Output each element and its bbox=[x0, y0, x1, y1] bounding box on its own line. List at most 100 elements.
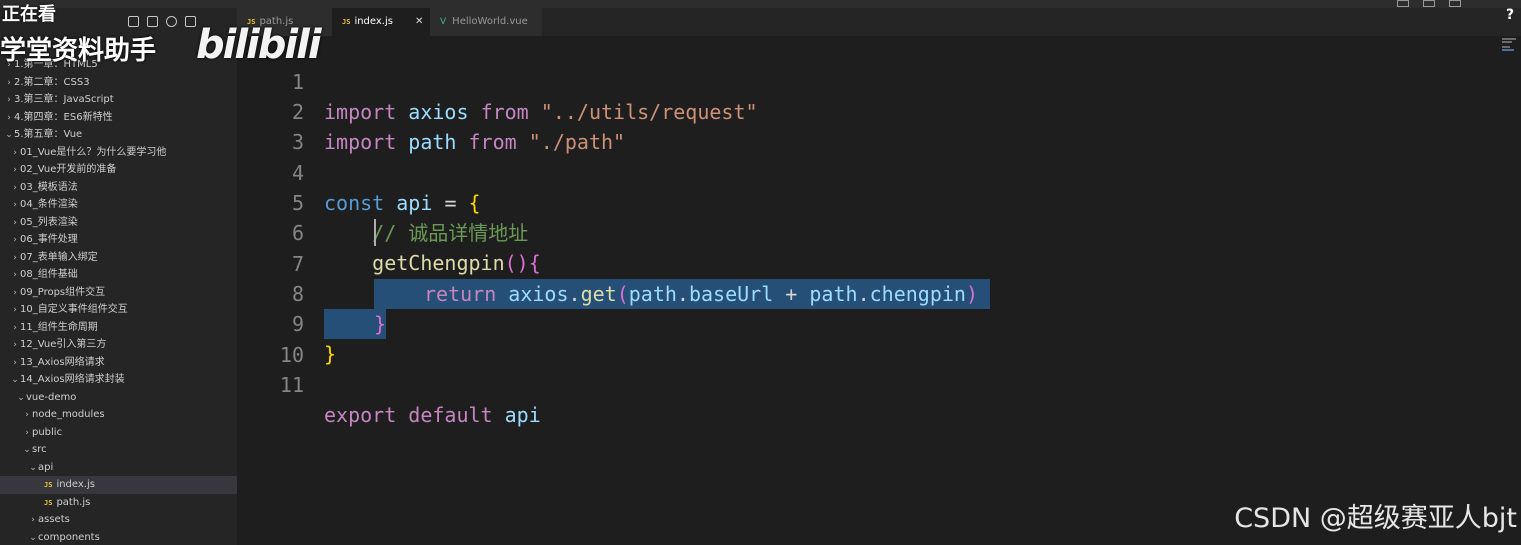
minimap-line bbox=[1502, 38, 1516, 40]
tree-item-label: 10_自定义事件组件交互 bbox=[20, 304, 128, 315]
chevron-right-icon: › bbox=[13, 305, 17, 315]
tree-item[interactable]: JS path.js bbox=[0, 494, 237, 512]
minimap-line bbox=[1502, 49, 1514, 51]
vue-file-icon: V bbox=[440, 17, 447, 27]
tree-item-label: 01_Vue是什么？为什么要学习他 bbox=[20, 146, 167, 158]
chevron-right-icon: › bbox=[13, 340, 17, 350]
tree-item[interactable]: ⌄src bbox=[0, 441, 237, 459]
close-tab-icon[interactable]: ✕ bbox=[415, 16, 423, 27]
keyword: export bbox=[324, 403, 397, 427]
tree-item[interactable]: › 2.第二章：CSS3 bbox=[0, 74, 237, 92]
tab-label: index.js bbox=[354, 16, 393, 27]
tree-item[interactable]: › 09_Props组件交互 bbox=[0, 284, 237, 302]
chevron-down-icon: ⌄ bbox=[11, 375, 19, 385]
tree-item-label: api bbox=[38, 461, 54, 473]
tree-item-label: node_modules bbox=[32, 409, 105, 420]
code-line-3: 3 bbox=[237, 97, 1499, 154]
new-folder-icon[interactable] bbox=[147, 16, 158, 27]
chevron-right-icon: › bbox=[7, 112, 11, 123]
minimap[interactable] bbox=[1499, 36, 1521, 545]
tree-item[interactable]: ⌄components bbox=[0, 529, 237, 545]
chevron-down-icon: ⌄ bbox=[23, 445, 31, 455]
tree-item[interactable]: › 07_表单输入绑定 bbox=[0, 249, 237, 267]
tree-item[interactable]: › 11_组件生命周期 bbox=[0, 319, 237, 337]
js-file-icon: JS bbox=[44, 498, 53, 507]
tree-item[interactable]: ⌄5.第五章：Vue bbox=[0, 126, 237, 144]
tree-item[interactable]: › 13_Axios网络请求 bbox=[0, 354, 237, 372]
tree-item[interactable]: › 01_Vue是什么？为什么要学习他 bbox=[0, 144, 237, 162]
code-line-1: 1 import axios from "../utils/request" bbox=[237, 37, 1499, 124]
refresh-icon[interactable] bbox=[166, 16, 177, 27]
tree-item-label: 08_组件基础 bbox=[20, 269, 78, 280]
chevron-right-icon: › bbox=[13, 147, 17, 158]
tree-item[interactable]: ⌄vue-demo bbox=[0, 389, 237, 407]
tree-item-label: vue-demo bbox=[26, 391, 77, 403]
line-number: 11 bbox=[279, 373, 304, 397]
tab-helloworld-vue[interactable]: V HelloWorld.vue bbox=[430, 8, 542, 36]
tree-item[interactable]: › 06_事件处理 bbox=[0, 231, 237, 249]
tab-label: HelloWorld.vue bbox=[452, 16, 528, 27]
help-icon[interactable]: ? bbox=[1506, 8, 1520, 22]
tree-item[interactable]: › 04_条件渲染 bbox=[0, 196, 237, 214]
chevron-right-icon: › bbox=[13, 235, 17, 245]
tree-item[interactable]: › 05_列表渲染 bbox=[0, 214, 237, 232]
tree-item-label: 11_组件生命周期 bbox=[20, 321, 98, 333]
bilibili-logo: bilibili bbox=[196, 22, 322, 68]
tree-item[interactable]: › public bbox=[0, 424, 237, 442]
text-caret bbox=[374, 219, 376, 246]
chevron-right-icon: › bbox=[13, 217, 17, 228]
code-line-7: 7 return axios.get(path.baseUrl + path.c… bbox=[237, 219, 1499, 309]
keyword: default bbox=[408, 403, 493, 427]
tree-item-label: 12_Vue引入第三方 bbox=[20, 339, 107, 350]
tree-item-label: public bbox=[32, 426, 63, 438]
code-line-9: 9 } bbox=[237, 279, 1499, 366]
title-bar bbox=[0, 0, 1521, 8]
tree-item-label: 5.第五章：Vue bbox=[14, 129, 83, 140]
chevron-right-icon: › bbox=[13, 252, 17, 263]
tree-item[interactable]: › assets bbox=[0, 511, 237, 529]
window-controls[interactable] bbox=[1397, 0, 1461, 8]
tree-item-label: 3.第三章：JavaScript bbox=[14, 94, 114, 105]
minimize-icon[interactable] bbox=[1397, 0, 1409, 7]
tree-item[interactable]: › 12_Vue引入第三方 bbox=[0, 336, 237, 354]
tree-item[interactable]: › 02_Vue开发前的准备 bbox=[0, 161, 237, 179]
chevron-right-icon: › bbox=[31, 515, 35, 525]
tree-item-label: src bbox=[32, 444, 47, 455]
brand-overlay: 学堂资料助手 bbox=[0, 36, 157, 66]
minimap-line bbox=[1502, 46, 1510, 48]
csdn-watermark: CSDN @超级赛亚人bjt bbox=[1234, 503, 1517, 534]
chevron-right-icon: › bbox=[7, 95, 11, 105]
tree-item[interactable]: › 08_组件基础 bbox=[0, 266, 237, 284]
tree-item[interactable]: ⌄api bbox=[0, 459, 237, 477]
tree-item[interactable]: JS index.js bbox=[0, 476, 237, 494]
minimap-line bbox=[1502, 41, 1512, 43]
chevron-down-icon: ⌄ bbox=[29, 532, 37, 543]
maximize-icon[interactable] bbox=[1423, 0, 1435, 7]
tree-item[interactable]: › 03_模板语法 bbox=[0, 179, 237, 197]
js-file-icon: JS bbox=[44, 481, 53, 489]
collapse-all-icon[interactable] bbox=[185, 16, 196, 27]
tree-item-label: assets bbox=[38, 514, 70, 525]
tree-item[interactable]: › 3.第三章：JavaScript bbox=[0, 91, 237, 109]
tree-item-label: 14_Axios网络请求封装 bbox=[20, 374, 125, 385]
tree-item-label: 04_条件渲染 bbox=[20, 199, 78, 210]
chevron-right-icon: › bbox=[13, 165, 17, 175]
tab-index-js[interactable]: JS index.js ✕ bbox=[332, 8, 430, 36]
code-line-5: 5 // 诚品详情地址 bbox=[237, 158, 1499, 245]
tree-item-label: 13_Axios网络请求 bbox=[20, 356, 105, 368]
tree-item[interactable]: › node_modules bbox=[0, 406, 237, 424]
chevron-down-icon: ⌄ bbox=[17, 392, 25, 403]
tree-item[interactable]: › 10_自定义事件组件交互 bbox=[0, 301, 237, 319]
tree-item-label: 07_表单输入绑定 bbox=[20, 251, 98, 263]
tree-item[interactable]: › 4.第四章：ES6新特性 bbox=[0, 109, 237, 127]
chevron-right-icon: › bbox=[13, 287, 17, 298]
code-line-11: 11 export default api bbox=[237, 340, 1499, 427]
code-line-2: 2 import path from "./path" bbox=[237, 67, 1499, 154]
identifier: api bbox=[504, 403, 541, 427]
tree-item[interactable]: ⌄14_Axios网络请求封装 bbox=[0, 371, 237, 389]
tree-item-label: 09_Props组件交互 bbox=[20, 286, 106, 298]
close-window-icon[interactable] bbox=[1449, 0, 1461, 7]
code-line-4: 4 const api = { bbox=[237, 128, 1499, 215]
code-editor[interactable]: 1 import axios from "../utils/request" 2… bbox=[237, 36, 1499, 545]
new-file-icon[interactable] bbox=[128, 16, 139, 27]
